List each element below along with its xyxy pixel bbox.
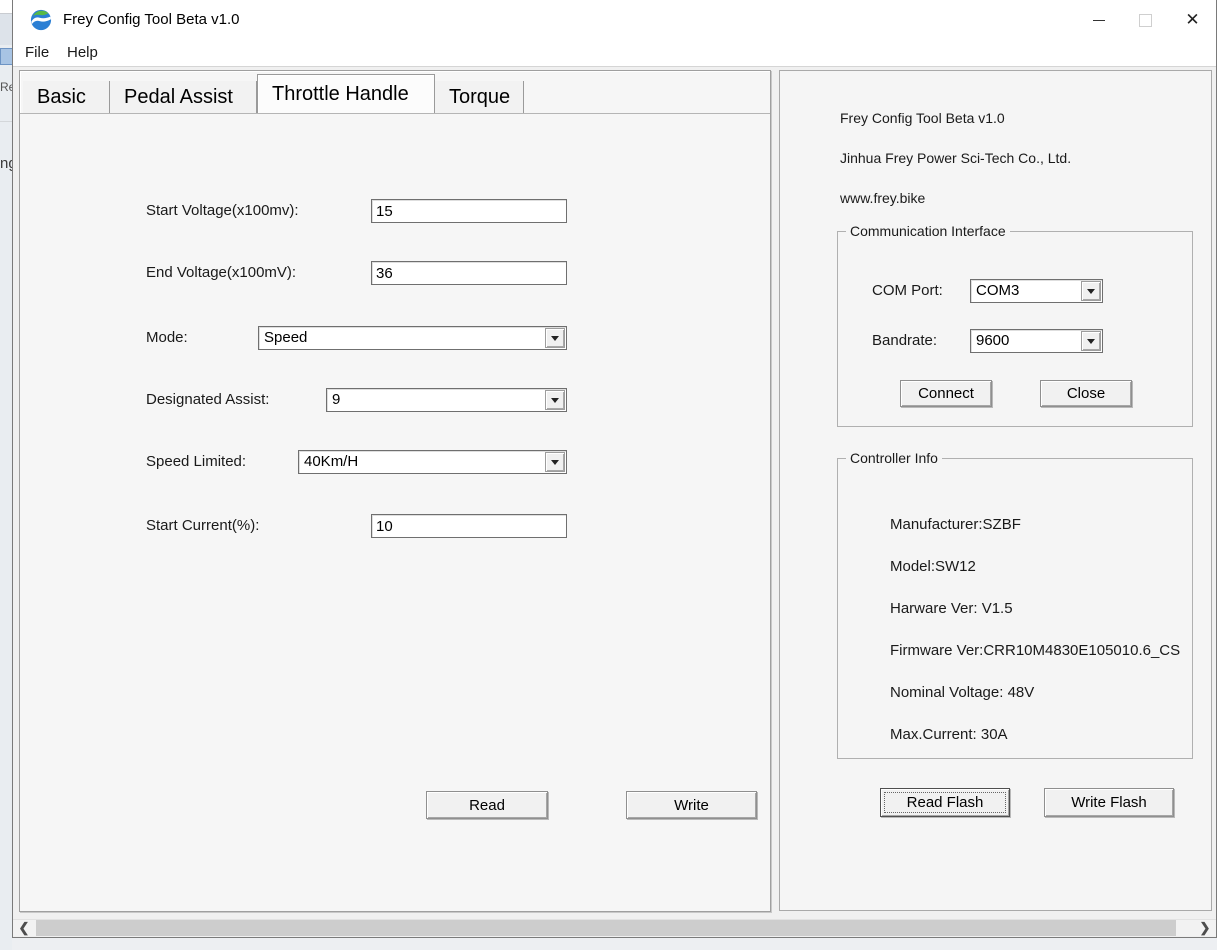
write-button[interactable]: Write bbox=[626, 791, 757, 819]
speed-limited-value: 40Km/H bbox=[304, 451, 358, 473]
tab-basic[interactable]: Basic bbox=[23, 81, 110, 113]
scroll-right-icon[interactable]: ❯ bbox=[1194, 920, 1216, 936]
tab-throttle-handle[interactable]: Throttle Handle bbox=[257, 74, 435, 113]
bandrate-value: 9600 bbox=[976, 330, 1009, 352]
com-port-value: COM3 bbox=[976, 280, 1019, 302]
communication-interface-group: Communication Interface COM Port: COM3 B… bbox=[837, 231, 1193, 427]
title-bar[interactable]: Frey Config Tool Beta v1.0 ✕ bbox=[13, 0, 1216, 40]
horizontal-scrollbar[interactable]: ❮ ❯ bbox=[13, 919, 1216, 936]
background-text-fragment: ng bbox=[0, 155, 12, 172]
website-text: www.frey.bike bbox=[840, 190, 925, 206]
app-logo-icon bbox=[30, 9, 52, 31]
client-area: Basic Pedal Assist Throttle Handle Torqu… bbox=[13, 67, 1216, 919]
background-band bbox=[0, 13, 12, 45]
bandrate-label: Bandrate: bbox=[872, 329, 937, 353]
background-divider bbox=[0, 121, 12, 122]
mode-label: Mode: bbox=[146, 326, 188, 350]
menu-help[interactable]: Help bbox=[61, 40, 104, 66]
end-voltage-label: End Voltage(x100mV): bbox=[146, 261, 296, 285]
controller-info-title: Controller Info bbox=[846, 450, 942, 466]
chevron-down-icon bbox=[1087, 289, 1095, 298]
window-title: Frey Config Tool Beta v1.0 bbox=[63, 0, 239, 40]
background-text-fragment: Rer bbox=[0, 80, 12, 94]
maximize-button[interactable] bbox=[1122, 0, 1169, 40]
close-serial-button[interactable]: Close bbox=[1040, 380, 1132, 407]
start-current-label: Start Current(%): bbox=[146, 514, 259, 538]
start-current-input[interactable] bbox=[371, 514, 567, 538]
max-current-text: Max.Current: 30A bbox=[890, 726, 1008, 743]
designated-assist-dropdown-button[interactable] bbox=[545, 390, 565, 410]
background-window-sliver: Rer ng bbox=[0, 0, 12, 950]
speed-limited-select[interactable]: 40Km/H bbox=[298, 450, 567, 474]
write-flash-button[interactable]: Write Flash bbox=[1044, 788, 1174, 817]
manufacturer-text: Manufacturer:SZBF bbox=[890, 516, 1021, 533]
throttle-handle-page: Start Voltage(x100mv): End Voltage(x100m… bbox=[20, 113, 770, 911]
start-voltage-label: Start Voltage(x100mv): bbox=[146, 199, 299, 223]
app-window: Frey Config Tool Beta v1.0 ✕ File Help B… bbox=[12, 0, 1217, 938]
firmware-version-text: Firmware Ver:CRR10M4830E105010.6_CS bbox=[890, 642, 1180, 659]
speed-limited-label: Speed Limited: bbox=[146, 450, 246, 474]
company-text: Jinhua Frey Power Sci-Tech Co., Ltd. bbox=[840, 150, 1071, 166]
tab-pedal-assist[interactable]: Pedal Assist bbox=[110, 81, 257, 113]
app-name-text: Frey Config Tool Beta v1.0 bbox=[840, 110, 1005, 126]
designated-assist-label: Designated Assist: bbox=[146, 388, 269, 412]
read-flash-button[interactable]: Read Flash bbox=[880, 788, 1010, 817]
com-port-dropdown-button[interactable] bbox=[1081, 281, 1101, 301]
chevron-down-icon bbox=[551, 460, 559, 469]
mode-select[interactable]: Speed bbox=[258, 326, 567, 350]
designated-assist-select[interactable]: 9 bbox=[326, 388, 567, 412]
hardware-version-text: Harware Ver: V1.5 bbox=[890, 600, 1013, 617]
scrollbar-thumb[interactable] bbox=[36, 920, 1176, 936]
chevron-down-icon bbox=[551, 398, 559, 407]
menu-file[interactable]: File bbox=[19, 40, 55, 66]
chevron-down-icon bbox=[1087, 339, 1095, 348]
menu-bar: File Help bbox=[13, 40, 1216, 67]
bandrate-dropdown-button[interactable] bbox=[1081, 331, 1101, 351]
background-strip bbox=[0, 0, 12, 13]
read-button[interactable]: Read bbox=[426, 791, 548, 819]
mode-value: Speed bbox=[264, 327, 307, 349]
start-voltage-input[interactable] bbox=[371, 199, 567, 223]
controller-info-group: Controller Info Manufacturer:SZBF Model:… bbox=[837, 458, 1193, 759]
background-blue-icon bbox=[0, 48, 12, 65]
tab-torque[interactable]: Torque bbox=[435, 81, 524, 113]
mode-dropdown-button[interactable] bbox=[545, 328, 565, 348]
nominal-voltage-text: Nominal Voltage: 48V bbox=[890, 684, 1034, 701]
com-port-label: COM Port: bbox=[872, 279, 943, 303]
model-text: Model:SW12 bbox=[890, 558, 976, 575]
bandrate-select[interactable]: 9600 bbox=[970, 329, 1103, 353]
end-voltage-input[interactable] bbox=[371, 261, 567, 285]
connect-button[interactable]: Connect bbox=[900, 380, 992, 407]
speed-limited-dropdown-button[interactable] bbox=[545, 452, 565, 472]
screen: Rer ng Frey Config Tool Beta v1.0 ✕ File… bbox=[0, 0, 1217, 950]
scroll-left-icon[interactable]: ❮ bbox=[13, 920, 35, 936]
close-button[interactable]: ✕ bbox=[1169, 0, 1216, 40]
chevron-down-icon bbox=[551, 336, 559, 345]
info-panel: Frey Config Tool Beta v1.0 Jinhua Frey P… bbox=[779, 70, 1212, 911]
minimize-button[interactable] bbox=[1075, 0, 1122, 40]
tab-strip: Basic Pedal Assist Throttle Handle Torqu… bbox=[23, 74, 524, 113]
designated-assist-value: 9 bbox=[332, 389, 340, 411]
settings-tab-control: Basic Pedal Assist Throttle Handle Torqu… bbox=[19, 70, 771, 912]
com-port-select[interactable]: COM3 bbox=[970, 279, 1103, 303]
communication-interface-title: Communication Interface bbox=[846, 223, 1010, 239]
caption-controls: ✕ bbox=[1075, 0, 1216, 40]
